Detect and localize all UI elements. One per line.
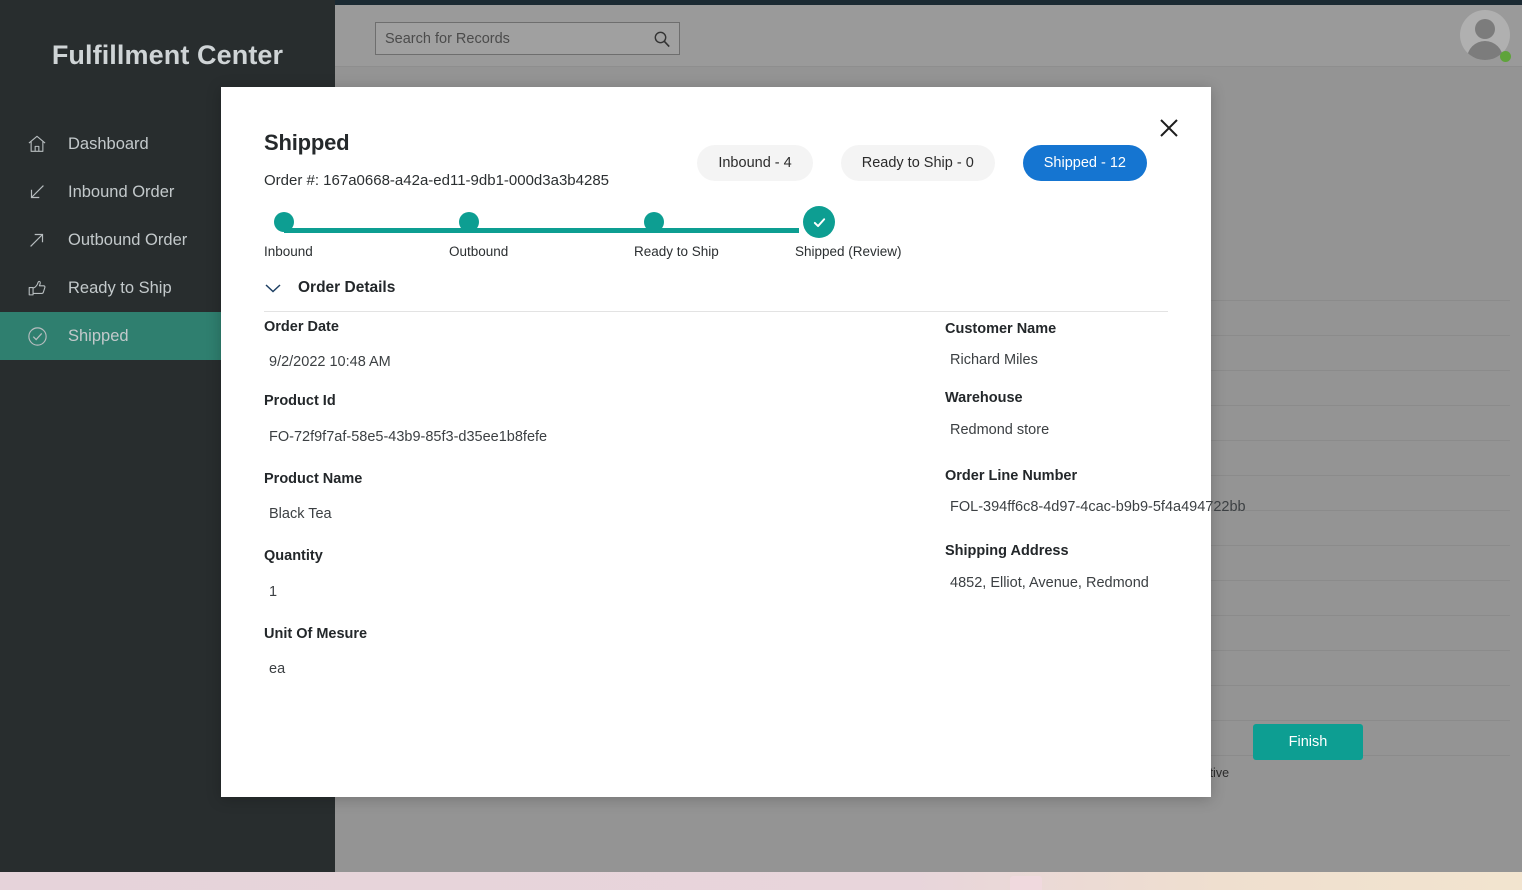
- detail-field-value: 1: [269, 583, 278, 600]
- search-input[interactable]: [376, 30, 645, 47]
- stepper-dot: [644, 212, 664, 232]
- stepper-label: Outbound: [449, 244, 509, 259]
- detail-field-label: Quantity: [264, 548, 323, 565]
- stepper-track: [284, 228, 799, 233]
- detail-field: Customer Name Richard Miles: [945, 321, 1385, 368]
- stepper-step-3[interactable]: Shipped (Review): [795, 206, 902, 259]
- detail-field-value: 9/2/2022 10:48 AM: [269, 354, 391, 371]
- detail-field: Unit Of Mesure ea: [264, 626, 684, 677]
- order-details-right-column: Customer Name Richard Miles Warehouse Redmo…: [945, 321, 1385, 605]
- stepper-step-1[interactable]: Outbound: [449, 212, 508, 259]
- detail-field-value: Black Tea: [269, 506, 332, 523]
- stepper-step-2[interactable]: Ready to Ship: [634, 212, 719, 259]
- sidebar-item-label: Dashboard: [68, 134, 149, 153]
- arrow-down-left-icon: [26, 180, 60, 204]
- detail-field: Product Name Black Tea: [264, 471, 684, 522]
- table-cell-status: Active: [1195, 766, 1230, 780]
- stepper-dot-checkmark-icon: [803, 206, 835, 238]
- detail-field: Warehouse Redmond store: [945, 390, 1385, 437]
- app-root: FO-395ec60c-1831-4cd3-af9f-02ca202c6f579…: [0, 0, 1522, 890]
- status-tab-2[interactable]: Shipped - 12: [1022, 145, 1147, 181]
- detail-field-label: Shipping Address: [945, 543, 1069, 560]
- detail-field-label: Order Line Number: [945, 467, 1078, 484]
- avatar-body: [1467, 41, 1503, 60]
- detail-field-value: 4852, Elliot, Avenue, Redmond: [950, 574, 1149, 591]
- stepper-label: Shipped (Review): [795, 244, 902, 259]
- avatar-status-dot: [1500, 51, 1511, 62]
- bottom-strip-tab: [1010, 876, 1042, 890]
- chevron-down-icon[interactable]: [264, 282, 292, 294]
- detail-field-value: Redmond store: [950, 421, 1050, 438]
- check-circle-icon: [26, 324, 60, 348]
- order-details-section-header[interactable]: Order Details: [264, 279, 395, 297]
- detail-field-label: Product Name: [264, 470, 363, 487]
- top-bar: [335, 5, 1522, 67]
- bottom-strip: [0, 872, 1522, 890]
- shipped-order-modal: Shipped Order #: 167a0668-a42a-ed11-9db1…: [221, 87, 1363, 797]
- status-tabs: Inbound - 4 Ready to Ship - 0 Shipped - 12: [697, 145, 1147, 181]
- detail-field: Product Id FO-72f9f7af-58e5-43b9-85f3-d35…: [264, 393, 684, 444]
- stepper-dot: [459, 212, 479, 232]
- detail-field-value: FO-72f9f7af-58e5-43b9-85f3-d35ee1b8fefe: [269, 428, 548, 445]
- order-details-left-column: Order Date 9/2/2022 10:48 AM Product Id FO-…: [264, 319, 684, 691]
- section-divider: [264, 311, 1168, 312]
- modal-title: Shipped: [264, 130, 350, 155]
- status-tab-1[interactable]: Ready to Ship - 0: [840, 145, 995, 181]
- detail-field-label: Customer Name: [945, 321, 1057, 337]
- detail-field: Order Line Number FOL-394ff6c8-4d97-4cac-…: [945, 468, 1385, 515]
- thumbs-up-icon: [26, 276, 60, 300]
- sidebar-item-label: Inbound Order: [68, 182, 175, 201]
- arrow-up-right-icon: [26, 228, 60, 252]
- stepper-dot: [274, 212, 294, 232]
- detail-field-label: Product Id: [264, 393, 336, 410]
- stepper-label: Ready to Ship: [634, 244, 719, 259]
- status-tab-0[interactable]: Inbound - 4: [697, 145, 813, 181]
- close-icon[interactable]: [1154, 113, 1184, 143]
- detail-field: Order Date 9/2/2022 10:48 AM: [264, 319, 684, 370]
- stepper-step-0[interactable]: Inbound: [264, 212, 313, 259]
- finish-button[interactable]: Finish: [1253, 724, 1363, 760]
- order-number-label: Order #: 167a0668-a42a-ed11-9db1-000d3a3…: [264, 172, 610, 189]
- sidebar-item-label: Ready to Ship: [68, 278, 172, 297]
- detail-field-value: Richard Miles: [950, 352, 1038, 369]
- detail-field-value: ea: [269, 660, 286, 677]
- app-brand-title: Fulfillment Center: [51, 40, 284, 70]
- home-icon: [26, 132, 60, 156]
- detail-field-label: Unit Of Mesure: [264, 625, 368, 642]
- avatar-head: [1475, 19, 1495, 39]
- stepper-label: Inbound: [264, 244, 313, 259]
- detail-field-label: Warehouse: [945, 390, 1023, 407]
- detail-field-value: FOL-394ff6c8-4d97-4cac-b9b9-5f4a494722bb: [950, 499, 1246, 516]
- order-progress-stepper: Inbound Outbound Ready to Ship Shipped (Rev…: [264, 206, 902, 282]
- sidebar-item-label: Shipped: [68, 326, 129, 345]
- detail-field-label: Order Date: [264, 319, 339, 335]
- detail-field: Shipping Address 4852, Elliot, Avenue, Re…: [945, 543, 1385, 590]
- sidebar-item-label: Outbound Order: [68, 230, 188, 249]
- search-icon[interactable]: [645, 30, 679, 48]
- search-box[interactable]: [375, 22, 680, 55]
- order-details-title: Order Details: [298, 279, 396, 296]
- detail-field: Quantity 1: [264, 548, 684, 599]
